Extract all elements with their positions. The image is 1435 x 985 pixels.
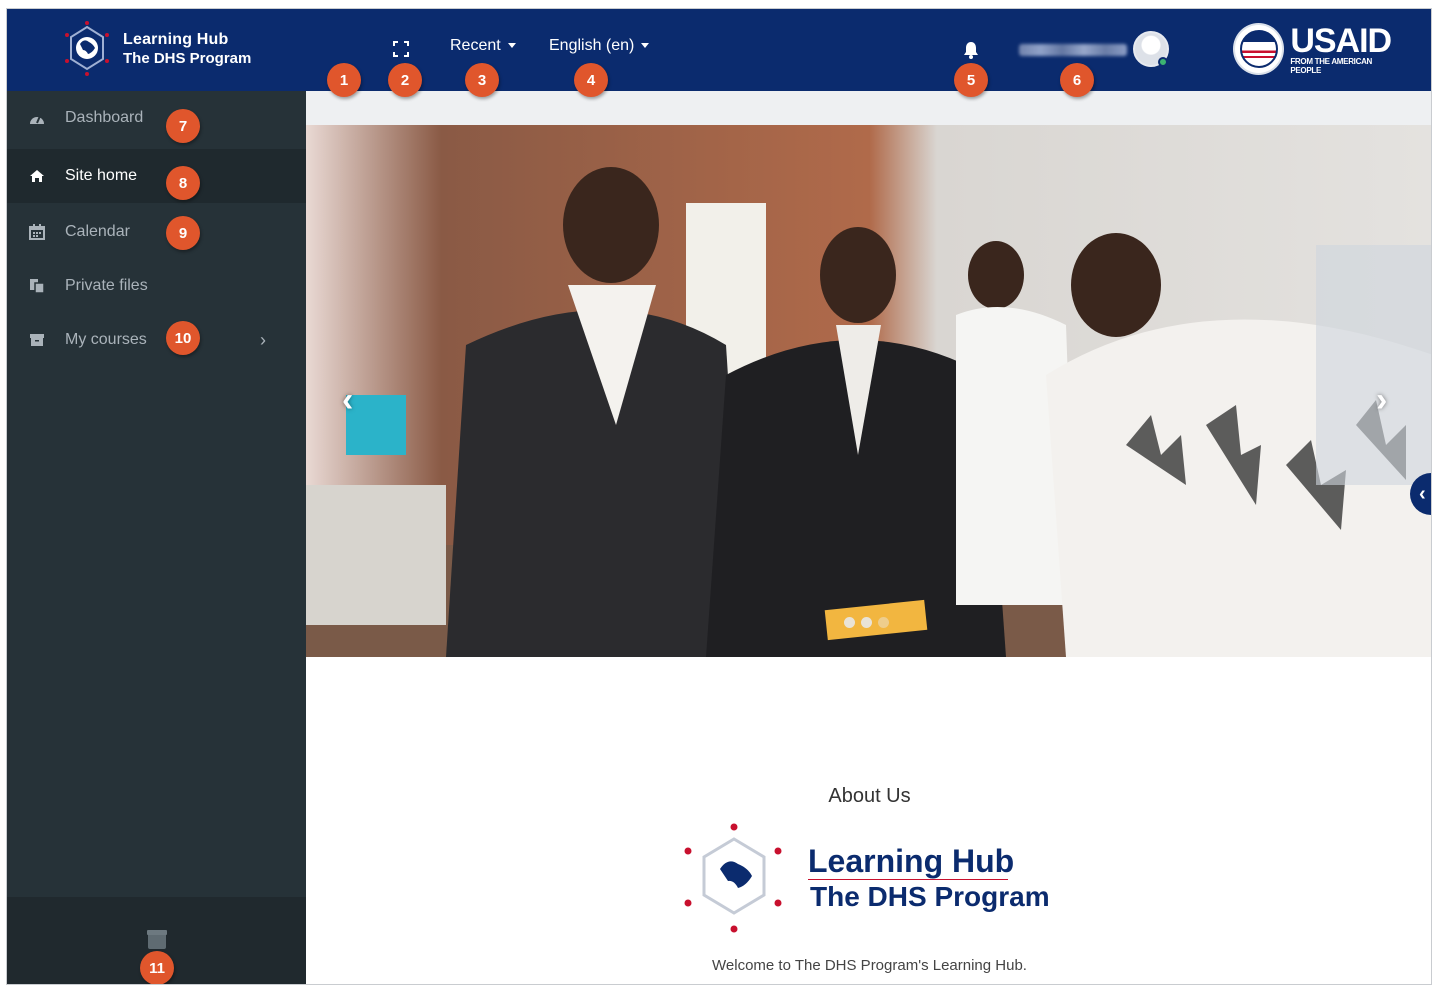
- files-icon: [28, 277, 46, 295]
- image-carousel: ‹ ›: [306, 125, 1431, 657]
- sidebar-item-label: Calendar: [65, 223, 130, 240]
- welcome-text: Welcome to The DHS Program's Learning Hu…: [712, 957, 1027, 974]
- recent-label: Recent: [450, 37, 501, 54]
- menu-toggle-icon[interactable]: [338, 45, 354, 57]
- top-navbar: Learning Hub The DHS Program Recent Engl…: [7, 9, 1431, 91]
- logo-divider: [808, 879, 1008, 880]
- sidebar-item-dashboard[interactable]: Dashboard: [7, 91, 306, 145]
- usaid-wordmark: USAID: [1290, 21, 1392, 60]
- carousel-slide-photo: [306, 125, 1431, 657]
- online-status-icon: [1158, 57, 1168, 67]
- usaid-logo: USAID FROM THE AMERICAN PEOPLE: [1233, 21, 1403, 77]
- carousel-next-chevron-icon[interactable]: ›: [1376, 381, 1387, 420]
- callout-badge-10: 10: [166, 321, 200, 355]
- carousel-dot-2[interactable]: [861, 617, 872, 628]
- brand-title: Learning Hub: [123, 31, 229, 48]
- usaid-seal-icon: [1233, 23, 1285, 75]
- callout-badge-2: 2: [388, 63, 422, 97]
- about-heading: About Us: [828, 785, 911, 807]
- language-label: English (en): [549, 37, 635, 54]
- learning-hub-logo-icon: [65, 21, 109, 76]
- sidebar-item-private-files[interactable]: Private files: [7, 259, 306, 313]
- callout-badge-8: 8: [166, 166, 200, 200]
- archive-icon[interactable]: [147, 930, 167, 949]
- carousel-indicators: [844, 617, 889, 628]
- carousel-prev-chevron-icon[interactable]: ‹: [342, 381, 353, 420]
- recent-dropdown[interactable]: Recent: [450, 37, 516, 55]
- caret-down-icon: [507, 42, 516, 48]
- page-header-strip: [306, 91, 1431, 125]
- language-dropdown[interactable]: English (en): [549, 37, 650, 55]
- archive-icon: [28, 331, 46, 349]
- sidebar-nav: Dashboard Site home Calendar Private fil…: [7, 91, 306, 984]
- carousel-dot-1[interactable]: [844, 617, 855, 628]
- sidebar-item-my-courses[interactable]: My courses ›: [7, 313, 306, 367]
- sidebar-item-label: My courses: [65, 331, 147, 348]
- callout-badge-1: 1: [327, 63, 361, 97]
- brand-subtitle: The DHS Program: [123, 50, 252, 67]
- chevron-right-icon: ›: [260, 329, 266, 350]
- calendar-icon: [28, 223, 46, 241]
- home-icon: [28, 167, 46, 185]
- learning-hub-globe-icon: [684, 823, 782, 933]
- brand-home-link[interactable]: Learning Hub The DHS Program: [63, 19, 273, 79]
- callout-badge-3: 3: [465, 63, 499, 97]
- callout-badge-11: 11: [140, 951, 174, 984]
- caret-down-icon: [641, 42, 650, 48]
- callout-badge-6: 6: [1060, 63, 1094, 97]
- dashboard-icon: [28, 109, 46, 127]
- callout-badge-4: 4: [574, 63, 608, 97]
- sidebar-item-calendar[interactable]: Calendar: [7, 205, 306, 259]
- main-content: ‹ › ‹ About Us Learning Hub The DHS Prog…: [306, 91, 1431, 984]
- app-window: Learning Hub The DHS Program Recent Engl…: [6, 8, 1432, 985]
- sidebar-item-label: Site home: [65, 167, 138, 184]
- carousel-dot-3[interactable]: [878, 617, 889, 628]
- learning-hub-large-logo: Learning Hub The DHS Program: [676, 819, 1056, 939]
- logo-title-text: Learning Hub: [808, 843, 1015, 879]
- sidebar-item-label: Private files: [65, 277, 148, 294]
- user-name-blurred[interactable]: [1019, 44, 1127, 56]
- sidebar-item-label: Dashboard: [65, 109, 144, 126]
- callout-badge-7: 7: [166, 109, 200, 143]
- logo-subtitle-text: The DHS Program: [810, 881, 1050, 912]
- fullscreen-icon[interactable]: [393, 41, 409, 57]
- callout-badge-5: 5: [954, 63, 988, 97]
- callout-badge-9: 9: [166, 216, 200, 250]
- notifications-bell-icon[interactable]: [963, 41, 979, 59]
- sidebar-item-site-home[interactable]: Site home: [7, 149, 306, 203]
